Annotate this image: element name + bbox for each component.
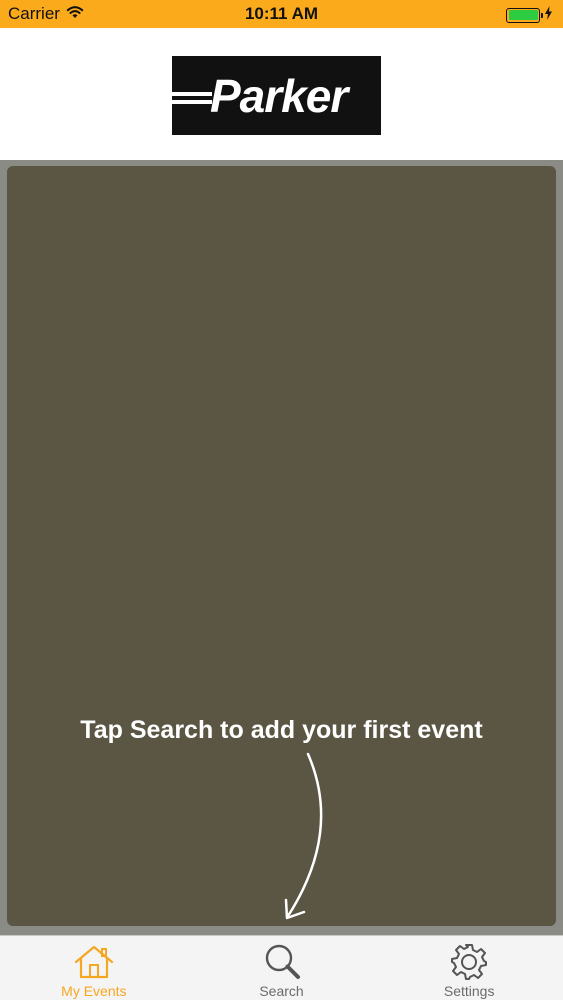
tab-bar: My Events Search Settings [0,935,563,1000]
status-bar: Carrier 10:11 AM [0,0,563,28]
logo-text: Parker [210,70,348,122]
tab-label: Settings [443,983,495,999]
tab-settings[interactable]: Settings [375,936,563,1000]
tab-my-events[interactable]: My Events [0,936,188,1000]
logo-stripe [172,92,212,96]
tab-label: My Events [61,983,127,999]
parker-logo: Parker [172,56,381,135]
search-icon [261,943,303,981]
tab-label: Search [259,983,304,999]
arrow-icon [284,752,323,920]
home-icon [73,943,115,981]
status-time: 10:11 AM [244,4,319,23]
tab-search[interactable]: Search [188,936,376,1000]
charging-icon [544,5,553,25]
app-header: Parker [0,28,563,160]
battery-tip [540,12,543,18]
logo-stripe [172,100,212,104]
gear-icon [448,943,490,981]
battery-fill [508,10,538,20]
status-right [506,5,553,25]
battery-icon [506,7,543,23]
empty-state-prompt: Tap Search to add your first event [80,716,483,744]
